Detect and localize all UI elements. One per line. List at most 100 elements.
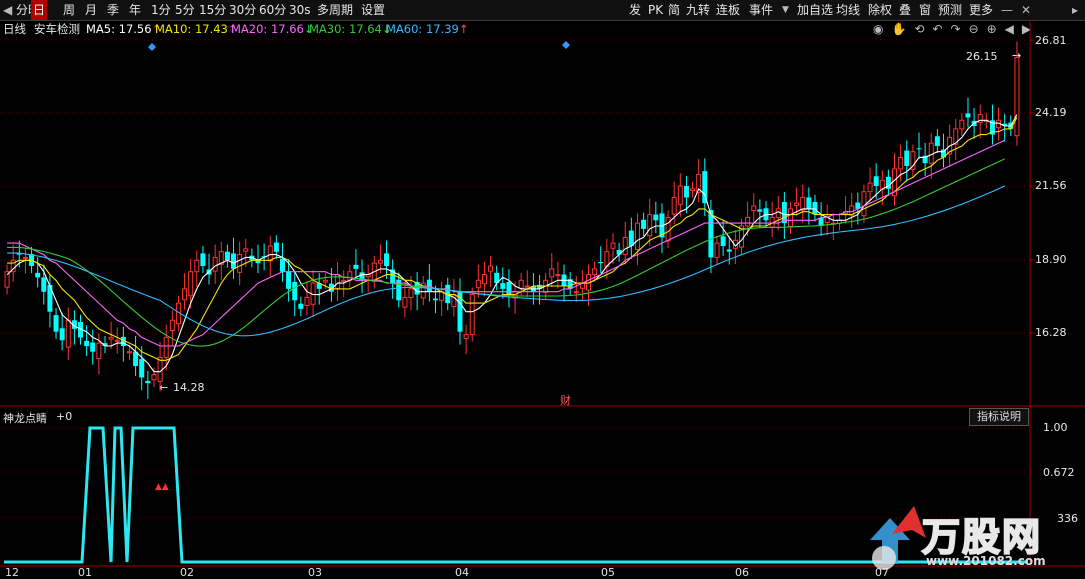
candle-body-109 [671, 196, 677, 215]
candle-body-116 [714, 242, 720, 258]
candle-body-99 [610, 242, 616, 249]
candle-body-62 [384, 253, 390, 266]
candle-body-142 [873, 176, 879, 186]
candle-body-140 [861, 191, 867, 217]
candle-body-93 [573, 291, 579, 294]
price-chart[interactable]: ▲▲ [0, 0, 1085, 579]
candle-body-118 [726, 249, 732, 252]
candle-body-149 [916, 148, 922, 150]
candle-body-15 [96, 342, 102, 360]
candle-body-47 [292, 282, 298, 301]
candle-body-23 [145, 380, 151, 384]
candle-body-146 [898, 156, 904, 170]
event-diamond-1 [562, 41, 570, 49]
stock-chart-window: { "toolbar": { "left": ["分时","日","周","月"… [0, 0, 1085, 579]
candle-body-37 [231, 253, 237, 269]
candle-body-48 [298, 303, 304, 309]
candle-body-43 [267, 245, 273, 262]
ma20-line [7, 139, 1005, 347]
candle-body-141 [867, 182, 873, 193]
candle-body-71 [439, 291, 445, 301]
candle-body-25 [157, 356, 163, 382]
candle-body-157 [965, 113, 971, 118]
candle-body-76 [469, 294, 475, 336]
candle-body-14 [90, 342, 96, 352]
brand-url: www.201082.com [926, 554, 1046, 568]
brand-text: 万股网 [921, 514, 1043, 560]
candle-body-156 [959, 119, 965, 130]
candle-body-75 [463, 334, 469, 340]
candle-body-77 [475, 279, 481, 289]
candle-body-57 [353, 264, 359, 269]
candle-body-81 [500, 283, 506, 289]
candle-body-96 [592, 268, 598, 276]
candle-body-130 [800, 196, 806, 211]
candle-body-18 [114, 339, 120, 342]
candle-body-106 [653, 214, 659, 221]
candle-body-52 [322, 279, 328, 283]
candle-body-121 [745, 216, 751, 227]
candle-body-61 [377, 259, 383, 264]
candle-body-66 [408, 288, 414, 298]
candle-body-103 [634, 222, 640, 250]
candle-body-45 [279, 258, 285, 272]
candle-body-82 [506, 282, 512, 295]
candle-body-85 [524, 285, 530, 288]
candle-body-89 [549, 268, 555, 278]
candle-body-8 [53, 315, 59, 332]
candle-body-126 [775, 208, 781, 218]
candle-body-90 [555, 274, 561, 277]
candle-body-46 [286, 271, 292, 289]
candle-body-27 [169, 319, 175, 332]
candle-body-128 [787, 208, 793, 228]
candle-body-122 [751, 205, 757, 212]
candle-body-152 [934, 136, 940, 146]
candle-body-24 [151, 374, 157, 381]
candle-body-22 [139, 359, 145, 378]
candle-body-38 [237, 254, 243, 273]
indicator-signal-marks: ▲▲ [155, 482, 169, 492]
candle-body-147 [904, 150, 910, 166]
candle-body-151 [928, 142, 934, 164]
candle-body-29 [182, 288, 188, 301]
candle-body-39 [243, 248, 249, 252]
candle-body-56 [347, 271, 353, 281]
candle-body-165 [1014, 56, 1020, 137]
candle-body-49 [304, 296, 310, 306]
ma10-line [7, 117, 1018, 361]
candle-body-110 [677, 185, 683, 205]
candle-body-79 [488, 265, 494, 272]
candle-body-3 [22, 256, 28, 259]
candle-body-84 [518, 279, 524, 289]
candle-body-108 [665, 216, 671, 242]
candle-body-6 [41, 277, 47, 292]
ma30-line [7, 158, 1005, 347]
candle-body-17 [108, 336, 114, 340]
candle-body-97 [598, 262, 604, 264]
candle-body-20 [126, 351, 132, 354]
candle-body-123 [757, 209, 763, 212]
brand-logo: 万股网 www.201082.com [862, 500, 1062, 576]
candle-body-9 [59, 328, 65, 341]
candle-body-44 [273, 242, 279, 252]
candle-body-10 [65, 319, 71, 348]
candle-body-111 [683, 186, 689, 198]
candle-body-114 [702, 171, 708, 204]
candle-body-78 [481, 274, 487, 285]
candle-body-34 [212, 256, 218, 272]
candle-body-26 [163, 336, 169, 358]
candle-body-30 [188, 271, 194, 297]
candle-body-32 [200, 253, 206, 266]
candle-body-131 [806, 197, 812, 209]
candle-body-105 [647, 214, 653, 237]
candle-body-65 [402, 296, 408, 308]
candle-body-112 [690, 188, 696, 192]
event-diamond-0 [148, 43, 156, 51]
candle-body-5 [35, 272, 41, 278]
candle-body-70 [432, 298, 438, 301]
candle-body-115 [708, 210, 714, 258]
candle-body-117 [720, 236, 726, 246]
candle-body-31 [194, 259, 200, 273]
candle-body-36 [224, 251, 230, 261]
candle-body-129 [794, 202, 800, 206]
